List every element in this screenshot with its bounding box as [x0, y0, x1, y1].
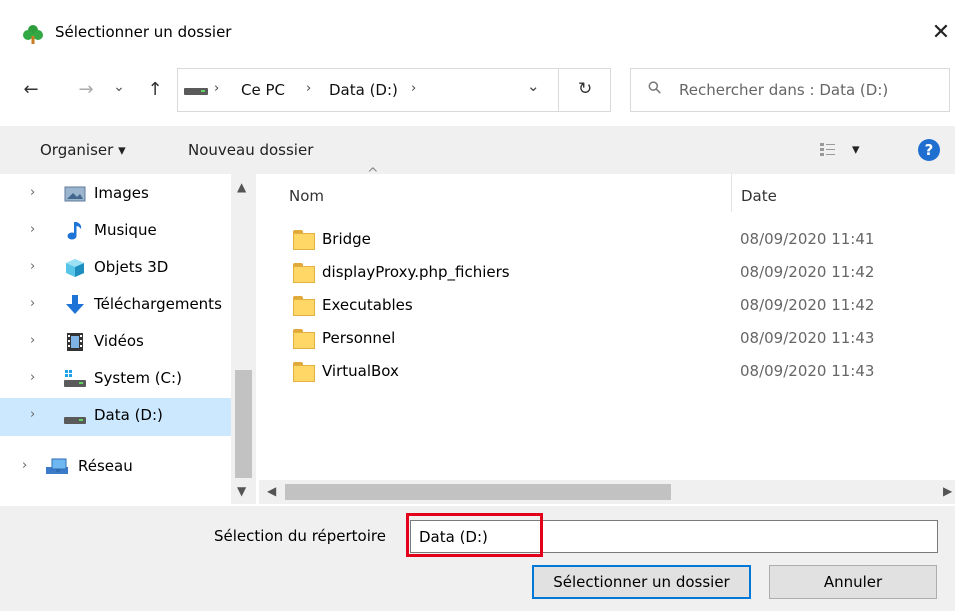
downloads-icon — [66, 295, 84, 314]
sidebar-item-3d-objects[interactable]: › Objets 3D — [0, 250, 231, 288]
sidebar-item-label: Vidéos — [94, 332, 144, 350]
up-button[interactable]: ↑ — [140, 75, 170, 105]
chevron-right-icon[interactable]: › — [30, 259, 35, 274]
chevron-right-icon[interactable]: › — [30, 222, 35, 237]
scroll-down-icon[interactable]: ▼ — [237, 484, 246, 498]
table-row[interactable]: Bridge 08/09/2020 11:41 — [279, 224, 955, 257]
breadcrumb-separator: › — [411, 81, 417, 96]
system-drive-icon — [64, 370, 86, 387]
breadcrumb-this-pc[interactable]: Ce PC — [241, 81, 285, 99]
sidebar-item-label: Réseau — [78, 457, 133, 475]
chevron-right-icon[interactable]: › — [30, 296, 35, 311]
organize-button[interactable]: Organiser ▾ — [40, 141, 126, 159]
column-header-name[interactable]: Nom — [289, 187, 324, 205]
forward-button[interactable]: → — [71, 75, 101, 105]
address-bar[interactable]: › Ce PC › Data (D:) › ⌄ ↻ — [177, 68, 611, 112]
horizontal-scrollbar[interactable]: ◀ ▶ — [259, 480, 955, 504]
chevron-down-icon[interactable]: ▾ — [852, 140, 860, 158]
drive-icon — [184, 88, 208, 95]
file-date: 08/09/2020 11:42 — [740, 296, 875, 314]
select-folder-button[interactable]: Sélectionner un dossier — [532, 565, 751, 599]
sidebar-item-videos[interactable]: › Vidéos — [0, 324, 231, 362]
app-icon — [23, 25, 43, 44]
vertical-scrollbar[interactable]: ▲ ▼ — [231, 174, 256, 504]
breadcrumb-data-drive[interactable]: Data (D:) — [329, 81, 398, 99]
sidebar-item-label: Objets 3D — [94, 258, 169, 276]
recent-locations-button[interactable]: ⌄ — [108, 72, 130, 102]
folder-icon — [293, 296, 315, 316]
sidebar-item-network[interactable]: › Réseau — [0, 449, 231, 487]
cancel-button[interactable]: Annuler — [769, 565, 937, 599]
file-date: 08/09/2020 11:42 — [740, 263, 875, 281]
column-header-date[interactable]: Date — [741, 187, 777, 205]
chevron-right-icon[interactable]: › — [22, 458, 27, 473]
navigation-pane: › Images › Musique › Objets 3D › Télécha… — [0, 174, 231, 504]
sidebar-item-system-drive[interactable]: › System (C:) — [0, 361, 231, 399]
folder-icon — [293, 263, 315, 283]
title-bar: Sélectionner un dossier ✕ — [0, 0, 955, 60]
search-input[interactable]: Rechercher dans : Data (D:) — [679, 81, 888, 99]
search-icon: ⚲ — [643, 76, 667, 100]
file-name: VirtualBox — [322, 362, 399, 380]
sidebar-item-music[interactable]: › Musique — [0, 213, 231, 251]
sidebar-item-label: System (C:) — [94, 369, 182, 387]
videos-icon — [67, 333, 83, 351]
file-name: displayProxy.php_fichiers — [322, 263, 510, 281]
scroll-left-icon[interactable]: ◀ — [267, 484, 276, 498]
file-date: 08/09/2020 11:43 — [740, 329, 875, 347]
folder-icon — [293, 329, 315, 349]
sidebar-item-label: Data (D:) — [94, 406, 163, 424]
table-row[interactable]: Executables 08/09/2020 11:42 — [279, 290, 955, 323]
scrollbar-thumb[interactable] — [285, 484, 671, 500]
file-name: Executables — [322, 296, 413, 314]
divider — [558, 69, 559, 111]
refresh-icon[interactable]: ↻ — [578, 79, 592, 99]
sort-ascending-icon: ^ — [367, 166, 379, 182]
breadcrumb-separator: › — [214, 81, 220, 96]
search-box[interactable]: ⚲ Rechercher dans : Data (D:) — [630, 68, 950, 112]
close-icon[interactable]: ✕ — [928, 16, 954, 50]
table-row[interactable]: Personnel 08/09/2020 11:43 — [279, 323, 955, 356]
sidebar-item-images[interactable]: › Images — [0, 176, 231, 214]
window-title: Sélectionner un dossier — [55, 23, 232, 41]
objects3d-icon — [66, 259, 84, 277]
chevron-down-icon[interactable]: ⌄ — [527, 77, 540, 95]
pictures-icon — [64, 186, 86, 202]
folder-icon — [293, 230, 315, 250]
sidebar-item-label: Images — [94, 184, 149, 202]
new-folder-button[interactable]: Nouveau dossier — [188, 141, 313, 159]
command-bar: Organiser ▾ Nouveau dossier ▾ ? — [0, 126, 955, 174]
help-icon[interactable]: ? — [918, 139, 940, 161]
drive-icon — [64, 417, 86, 424]
selection-label: Sélection du répertoire — [214, 527, 386, 545]
chevron-right-icon[interactable]: › — [30, 185, 35, 200]
breadcrumb-separator: › — [306, 81, 312, 96]
view-options-icon[interactable] — [820, 142, 836, 158]
scrollbar-thumb[interactable] — [235, 370, 252, 478]
highlight-box — [406, 513, 543, 557]
file-date: 08/09/2020 11:41 — [740, 230, 875, 248]
music-icon — [67, 222, 82, 240]
file-name: Personnel — [322, 329, 396, 347]
folder-icon — [293, 362, 315, 382]
network-icon — [46, 458, 68, 474]
file-name: Bridge — [322, 230, 371, 248]
table-row[interactable]: VirtualBox 08/09/2020 11:43 — [279, 356, 955, 389]
back-button[interactable]: ← — [16, 75, 46, 105]
chevron-right-icon[interactable]: › — [30, 370, 35, 385]
scroll-up-icon[interactable]: ▲ — [237, 180, 246, 194]
sidebar-item-label: Téléchargements — [94, 295, 222, 313]
table-row[interactable]: displayProxy.php_fichiers 08/09/2020 11:… — [279, 257, 955, 290]
sidebar-item-data-drive[interactable]: › Data (D:) — [0, 398, 231, 436]
chevron-right-icon[interactable]: › — [30, 407, 35, 422]
chevron-right-icon[interactable]: › — [30, 333, 35, 348]
scroll-right-icon[interactable]: ▶ — [943, 484, 952, 498]
column-divider[interactable] — [731, 174, 732, 212]
sidebar-item-downloads[interactable]: › Téléchargements — [0, 287, 231, 325]
sidebar-item-label: Musique — [94, 221, 157, 239]
file-date: 08/09/2020 11:43 — [740, 362, 875, 380]
